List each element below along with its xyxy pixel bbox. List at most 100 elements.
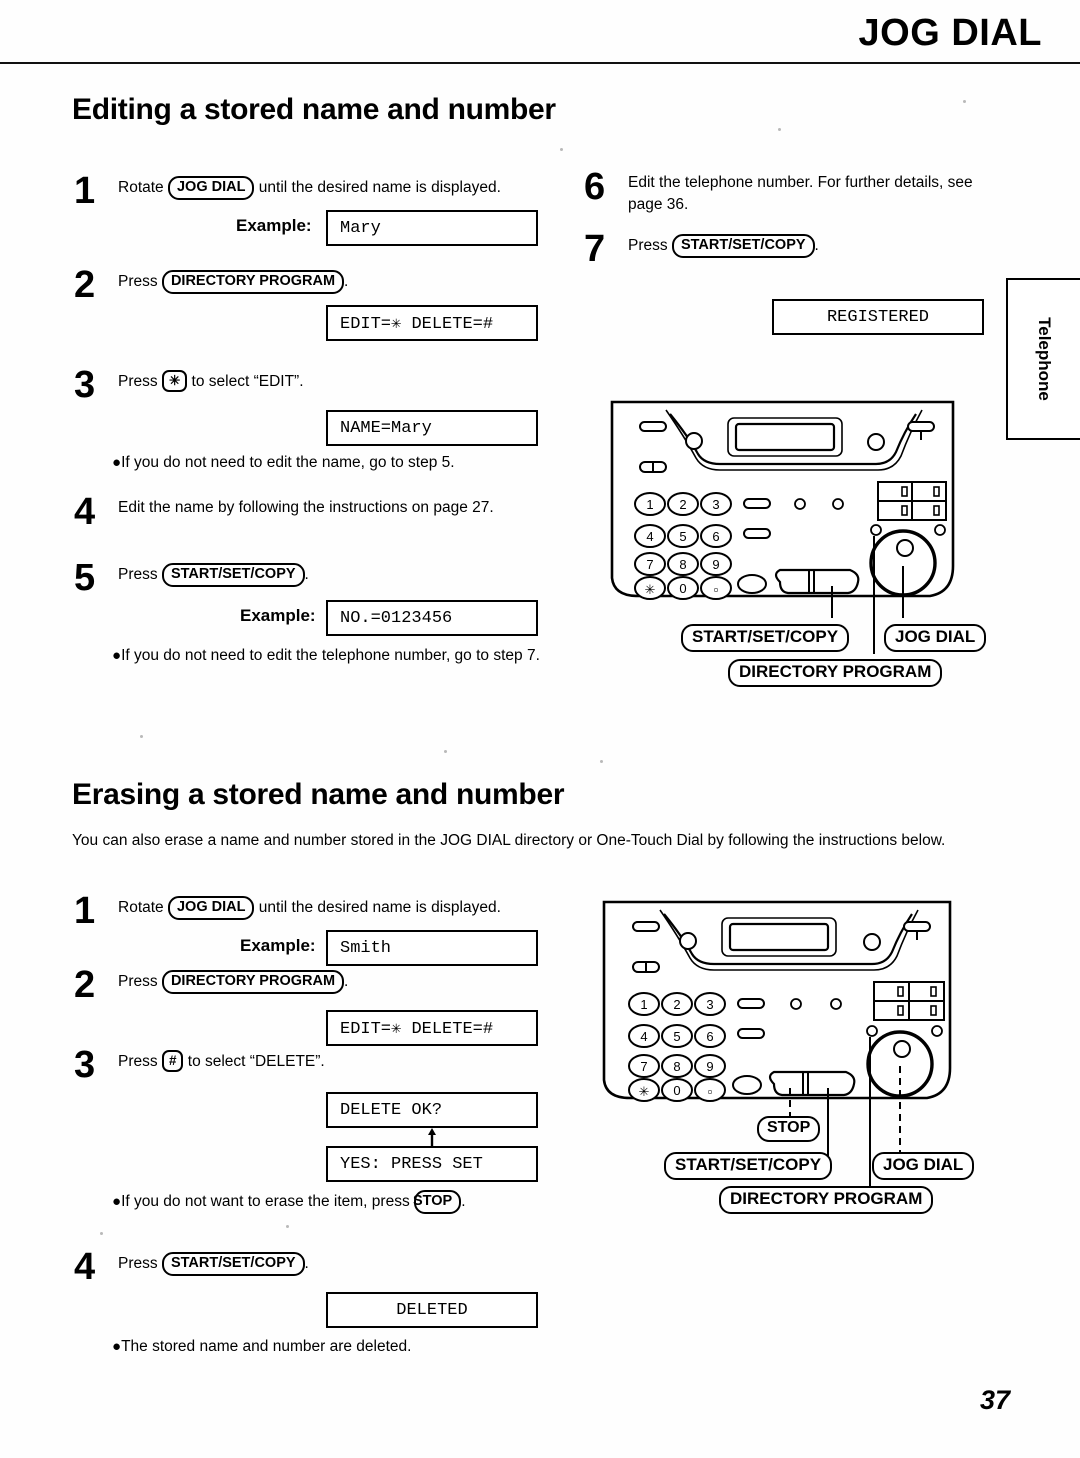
key-directory-program: DIRECTORY PROGRAM xyxy=(161,270,345,294)
step-text: Edit the name by following the instructi… xyxy=(118,499,494,516)
callout-stop-bottom: STOP xyxy=(757,1116,821,1142)
svg-text:5: 5 xyxy=(673,1029,680,1044)
scan-speck xyxy=(140,735,143,738)
step-3-erasing: 3 Press # to select “DELETE”. xyxy=(74,1044,544,1086)
svg-text:2: 2 xyxy=(673,997,680,1012)
example-label-1: Example: xyxy=(236,216,312,235)
note-text-before: If you do not want to erase the item, pr… xyxy=(121,1193,414,1210)
step-text: Rotate JOG DIAL until the desired name i… xyxy=(118,176,544,200)
lcd-display-edit-delete-2: EDIT=✳ DELETE=# xyxy=(326,1010,538,1046)
step-7-editing: 7 Press START/SET/COPY. xyxy=(584,228,984,270)
note-text: The stored name and number are deleted. xyxy=(121,1338,412,1355)
svg-text:5: 5 xyxy=(679,529,686,544)
fax-machine-diagram-top: 1 2 3 4 5 6 7 8 9 ✳ 0 ▫ xyxy=(608,396,1008,701)
step-number: 4 xyxy=(74,491,96,533)
step-text-after: . xyxy=(304,566,309,583)
key-jog-dial: JOG DIAL xyxy=(167,176,255,200)
step-text-before: Press xyxy=(118,973,162,990)
page-number: 37 xyxy=(979,1385,1010,1415)
callout-start-set-copy-top: START/SET/COPY xyxy=(681,624,850,652)
step-text-before: Press xyxy=(118,566,162,583)
step-text-before: Rotate xyxy=(118,899,168,916)
step-number: 3 xyxy=(74,364,96,406)
svg-text:3: 3 xyxy=(706,997,713,1012)
key-jog-dial: JOG DIAL xyxy=(167,896,255,920)
side-tab-telephone: Telephone xyxy=(1006,278,1080,440)
section-intro-erasing: You can also erase a name and number sto… xyxy=(72,832,946,849)
svg-text:8: 8 xyxy=(673,1059,680,1074)
bullet-icon: ● xyxy=(112,1338,122,1355)
svg-text:▫: ▫ xyxy=(714,582,719,597)
step-text-after: until the desired name is displayed. xyxy=(254,899,501,916)
svg-text:1: 1 xyxy=(640,997,647,1012)
example-label-3: Example: xyxy=(240,936,316,955)
note-stop-cancel: ●If you do not want to erase the item, p… xyxy=(112,1190,552,1214)
svg-text:3: 3 xyxy=(712,497,719,512)
step-4-erasing: 4 Press START/SET/COPY. xyxy=(74,1246,544,1288)
lcd-display-smith: Smith xyxy=(326,930,538,966)
step-text-before: Press xyxy=(118,273,162,290)
key-asterisk: ✳ xyxy=(161,370,188,393)
step-text: Press ✳ to select “EDIT”. xyxy=(118,370,544,393)
section-title-editing: Editing a stored name and number xyxy=(72,93,556,126)
svg-text:9: 9 xyxy=(712,557,719,572)
key-start-set-copy: START/SET/COPY xyxy=(161,563,305,587)
lcd-display-number: NO.=0123456 xyxy=(326,600,538,636)
svg-text:4: 4 xyxy=(640,1029,647,1044)
step-6-editing: 6 Edit the telephone number. For further… xyxy=(584,166,984,216)
step-text-before: Press xyxy=(118,373,162,390)
step-number: 5 xyxy=(74,557,96,599)
example-label-2: Example: xyxy=(240,606,316,625)
svg-text:✳: ✳ xyxy=(645,582,656,597)
svg-text:9: 9 xyxy=(706,1059,713,1074)
svg-text:▫: ▫ xyxy=(708,1084,713,1099)
callout-jog-dial-bottom: JOG DIAL xyxy=(872,1152,975,1180)
step-5-editing: 5 Press START/SET/COPY. xyxy=(74,557,544,599)
step-number: 2 xyxy=(74,264,96,306)
section-title-erasing: Erasing a stored name and number xyxy=(72,778,565,811)
key-stop: STOP xyxy=(413,1190,462,1214)
step-text-before: Press xyxy=(628,237,672,254)
page-header-title: JOG DIAL xyxy=(858,12,1042,54)
step-text-after: . xyxy=(304,1255,309,1272)
step-text-after: until the desired name is displayed. xyxy=(254,179,501,196)
step-text: Rotate JOG DIAL until the desired name i… xyxy=(118,896,544,920)
step-text-after: . xyxy=(344,273,349,290)
step-number: 6 xyxy=(584,166,606,208)
step-text-after: to select “DELETE”. xyxy=(183,1053,325,1070)
step-text: Press START/SET/COPY. xyxy=(118,1252,544,1276)
step-text-after: to select “EDIT”. xyxy=(187,373,304,390)
svg-text:8: 8 xyxy=(679,557,686,572)
step-number: 1 xyxy=(74,170,96,212)
step-text-after: . xyxy=(814,237,819,254)
bullet-icon: ● xyxy=(112,1193,122,1210)
step-text: Press DIRECTORY PROGRAM. xyxy=(118,970,544,994)
lcd-display-delete-ok: DELETE OK? xyxy=(326,1092,538,1128)
scan-speck xyxy=(444,750,447,753)
lcd-display-name-mary: NAME=Mary xyxy=(326,410,538,446)
scan-speck xyxy=(600,760,603,763)
svg-text:✳: ✳ xyxy=(639,1084,650,1099)
step-text-after: . xyxy=(344,973,349,990)
step-text-before: Rotate xyxy=(118,179,168,196)
step-1-editing: 1 Rotate JOG DIAL until the desired name… xyxy=(74,170,544,212)
svg-text:6: 6 xyxy=(706,1029,713,1044)
callout-directory-program-top: DIRECTORY PROGRAM xyxy=(728,659,943,687)
key-directory-program: DIRECTORY PROGRAM xyxy=(161,970,345,994)
callout-directory-program-bottom: DIRECTORY PROGRAM xyxy=(719,1186,934,1214)
svg-text:1: 1 xyxy=(646,497,653,512)
lcd-display-edit-delete-1: EDIT=✳ DELETE=# xyxy=(326,305,538,341)
bullet-icon: ● xyxy=(112,454,122,471)
lcd-display-registered: REGISTERED xyxy=(772,299,984,335)
step-text: Press # to select “DELETE”. xyxy=(118,1050,544,1073)
svg-text:0: 0 xyxy=(673,1083,680,1098)
key-start-set-copy: START/SET/COPY xyxy=(671,234,815,258)
svg-text:6: 6 xyxy=(712,529,719,544)
step-text: Edit the telephone number. For further d… xyxy=(628,174,973,213)
step-2-erasing: 2 Press DIRECTORY PROGRAM. xyxy=(74,964,544,1006)
scan-speck xyxy=(100,1232,103,1235)
side-tab-label: Telephone xyxy=(1035,317,1054,401)
svg-text:2: 2 xyxy=(679,497,686,512)
step-number: 4 xyxy=(74,1246,96,1288)
note-text-after: . xyxy=(461,1193,466,1210)
